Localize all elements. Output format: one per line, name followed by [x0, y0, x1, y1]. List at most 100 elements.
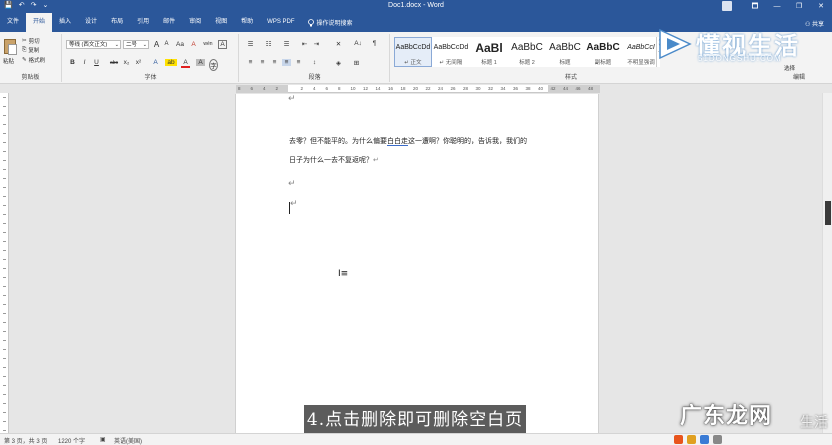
ruler-tick	[3, 268, 6, 269]
horizontal-ruler[interactable]: 8 6 4 2 2 4 6 8 10 12 14 16 18 20 22 24 26 28 30 32 34 36 38 40…	[236, 85, 600, 93]
vertical-ruler[interactable]	[0, 93, 9, 433]
underline-button[interactable]: U	[92, 59, 101, 66]
language-status[interactable]: 英语(美国)	[114, 436, 142, 445]
justify-button[interactable]: ≡	[282, 59, 291, 66]
document-page[interactable]: ↵ 去零？但不能平的。为什么偏要白白走这一遭啊？你聪明的，告诉我，我们的 日子为…	[235, 93, 599, 433]
vertical-scrollbar[interactable]	[822, 93, 832, 433]
tab-help[interactable]: 帮助	[234, 13, 260, 32]
ruler-number: 36	[513, 86, 519, 91]
cut-button[interactable]: ✂ 剪切	[22, 37, 40, 45]
paragraph-shading-button[interactable]: ◈	[334, 59, 343, 67]
scrollbar-thumb[interactable]	[825, 201, 831, 225]
paste-icon[interactable]	[4, 39, 17, 55]
tray-app-icon[interactable]	[674, 435, 683, 444]
paste-button-label[interactable]: 粘贴	[3, 57, 14, 65]
font-group-label: 字体	[144, 75, 157, 81]
ruler-number: 16	[388, 86, 394, 91]
sort-button[interactable]: A↓	[352, 40, 364, 47]
copy-icon: ⎘	[22, 46, 27, 53]
clear-formatting-button[interactable]: A	[189, 41, 198, 48]
tab-review[interactable]: 审阅	[182, 13, 208, 32]
ruler-tick	[3, 322, 6, 323]
multilevel-list-button[interactable]: ☰	[282, 40, 291, 48]
ruler-tick	[3, 151, 6, 152]
lightbulb-icon	[307, 18, 314, 26]
align-center-button[interactable]: ≡	[258, 59, 267, 66]
tab-file[interactable]: 文件	[0, 13, 26, 32]
style-card[interactable]: AaBbC 标题 2	[508, 37, 546, 67]
shrink-font-button[interactable]: A	[162, 41, 171, 47]
account-avatar-icon[interactable]	[722, 1, 732, 11]
font-color-button[interactable]: A	[181, 59, 190, 68]
style-card[interactable]: AaBl 标题 1	[470, 37, 508, 67]
enclose-characters-button[interactable]: 字	[209, 59, 218, 71]
ruler-number: 38	[525, 86, 531, 91]
maximize-button[interactable]: ❐	[788, 0, 810, 13]
ribbon-display-icon[interactable]: 🗖	[744, 0, 766, 13]
increase-indent-button[interactable]: ⇥	[312, 40, 321, 48]
tab-design[interactable]: 设计	[78, 13, 104, 32]
strikethrough-button[interactable]: abc	[108, 60, 120, 66]
ruler-tick	[3, 205, 6, 206]
ruler-tick	[3, 430, 6, 431]
tray-app-icon[interactable]	[700, 435, 709, 444]
style-card[interactable]: AaBbC 标题	[546, 37, 584, 67]
align-right-button[interactable]: ≡	[270, 59, 279, 66]
format-painter-label: 格式刷	[28, 58, 46, 64]
decrease-indent-button[interactable]: ⇤	[300, 40, 309, 48]
bullets-button[interactable]: ☰	[246, 40, 255, 48]
tab-home[interactable]: 开始	[26, 13, 53, 32]
system-tray	[674, 435, 722, 444]
align-left-button[interactable]: ≡	[246, 59, 255, 66]
numbering-button[interactable]: ☷	[264, 40, 273, 48]
distributed-button[interactable]: ≡	[294, 59, 303, 66]
ruler-number: 4	[263, 86, 266, 91]
ruler-tick	[3, 259, 6, 260]
chinese-layout-button[interactable]: ✕	[334, 40, 343, 48]
tray-app-icon[interactable]	[687, 435, 696, 444]
close-button[interactable]: ✕	[810, 0, 832, 13]
ruler-tick	[3, 313, 6, 314]
font-family-select[interactable]: 等线 (西文正文) ⌄	[66, 40, 121, 49]
text-effects-button[interactable]: A	[151, 59, 160, 66]
highlight-button[interactable]: ab	[165, 59, 177, 66]
tray-app-icon[interactable]	[713, 435, 722, 444]
page-count[interactable]: 第 3 页，共 3 页	[4, 436, 47, 445]
minimize-button[interactable]: —	[766, 0, 788, 13]
tab-view[interactable]: 视图	[208, 13, 234, 32]
ruler-number: 6	[325, 86, 329, 91]
tab-references[interactable]: 引用	[130, 13, 156, 32]
style-card[interactable]: AaBbCcI 不明显强调	[622, 37, 660, 67]
tab-wps-pdf[interactable]: WPS PDF	[260, 13, 301, 32]
word-count[interactable]: 1220 个字	[58, 436, 85, 445]
font-size-select[interactable]: 二号 ⌄	[123, 40, 149, 49]
tab-insert[interactable]: 插入	[52, 13, 78, 32]
change-case-button[interactable]: Aa	[174, 41, 186, 48]
tab-mailings[interactable]: 邮件	[156, 13, 182, 32]
phonetic-guide-button[interactable]: wén	[201, 41, 215, 47]
style-name: 不明显强调	[627, 60, 655, 66]
ruler-tick	[3, 232, 6, 233]
bold-button[interactable]: B	[68, 59, 77, 66]
style-card[interactable]: AaBbCcDd ↵ 正文	[394, 37, 432, 67]
character-shading-button[interactable]: A	[196, 59, 205, 66]
borders-button[interactable]: ⊞	[352, 59, 361, 67]
copy-label: 复制	[28, 48, 40, 54]
show-marks-button[interactable]: ¶	[370, 40, 379, 47]
tab-layout[interactable]: 布局	[104, 13, 130, 32]
grow-font-button[interactable]: A	[152, 40, 161, 49]
copy-button[interactable]: ⎘ 复制	[22, 46, 40, 55]
style-card[interactable]: AaBbCcDd ↵ 无间隔	[432, 37, 470, 67]
line-spacing-button[interactable]: ↕	[310, 59, 319, 66]
paragraph-group-label: 段落	[308, 75, 321, 81]
style-card[interactable]: AaBbC 副标题	[584, 37, 622, 67]
brush-icon: ✎	[22, 57, 27, 63]
proofing-icon[interactable]: ▣	[100, 436, 106, 443]
format-painter-button[interactable]: ✎ 格式刷	[22, 56, 45, 64]
character-border-button[interactable]: A	[218, 40, 227, 49]
italic-button[interactable]: I	[80, 59, 89, 66]
subscript-button[interactable]: x₂	[122, 59, 131, 66]
superscript-button[interactable]: x²	[134, 59, 143, 66]
tell-me-search[interactable]: 操作说明搜索	[302, 18, 353, 27]
watermark-url: 51DONGSHU.COM	[698, 54, 782, 63]
